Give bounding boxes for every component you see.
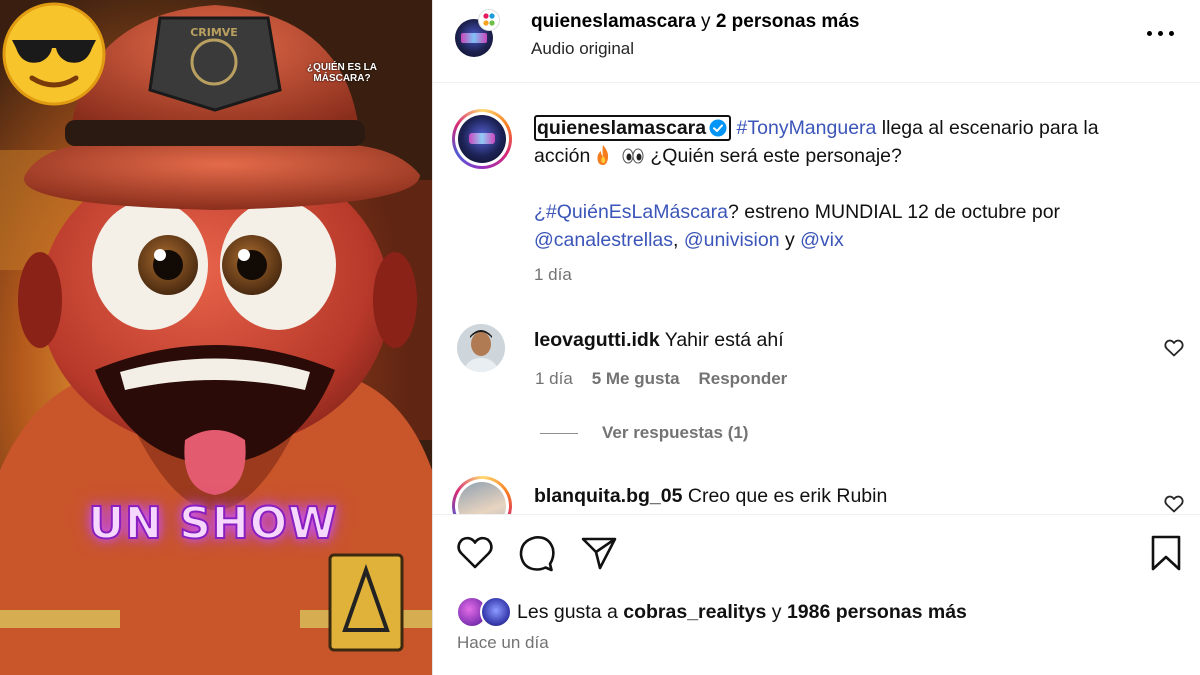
caption-text-3: ? estreno MUNDIAL 12 de octubre por — [728, 201, 1061, 223]
comment-time[interactable]: 1 día — [535, 369, 573, 388]
header-collab-joiner: y — [701, 11, 711, 32]
hashtag-tonymanguera[interactable]: #TonyManguera — [737, 117, 877, 139]
post-header-title: quieneslamascara y 2 personas más — [531, 10, 859, 34]
comment-text: Creo que es erik Rubin — [687, 485, 888, 507]
more-dot-icon — [1158, 31, 1163, 36]
caption-username[interactable]: quieneslamascara — [534, 115, 732, 141]
verified-badge-icon — [709, 119, 727, 137]
sunglasses-emoji-icon — [2, 2, 106, 106]
comment-username[interactable]: blanquita.bg_05 — [534, 485, 682, 507]
comment-like-heart-icon[interactable] — [1164, 495, 1184, 513]
mention-vix[interactable]: @vix — [800, 229, 844, 251]
comment-like-count[interactable]: 5 Me gusta — [592, 369, 680, 388]
caption-separator: , — [673, 229, 679, 251]
univision-logo-icon — [483, 13, 495, 26]
mention-canalestrellas[interactable]: @canalestrellas — [534, 229, 673, 251]
view-replies-button[interactable]: Ver respuestas (1) — [540, 423, 748, 443]
likers-avatars[interactable] — [456, 596, 514, 628]
person-photo-icon — [457, 324, 505, 372]
comment-text: Yahir está ahí — [664, 329, 784, 351]
fire-emoji-icon — [597, 145, 609, 165]
likes-others-count[interactable]: 1986 personas más — [787, 601, 967, 623]
likes-and: y — [771, 601, 782, 623]
caption-and: y — [784, 229, 795, 251]
comment-2: blanquita.bg_05 Creo que es erik Rubin — [534, 484, 887, 508]
mention-univision[interactable]: @univision — [684, 229, 780, 251]
comment-1: leovagutti.idk Yahir está ahí — [534, 328, 784, 352]
caption-timestamp[interactable]: 1 día — [534, 265, 572, 285]
header-collab-count[interactable]: 2 personas más — [716, 11, 860, 32]
likes-prefix: Les gusta a — [517, 601, 618, 623]
media-overlay-text: ¿QUIÉN ES LA MÁSCARA? — [306, 62, 377, 84]
media-caption-text: UN SHOW — [87, 497, 338, 550]
post-caption: quieneslamascara #TonyManguera llega al … — [534, 114, 1154, 254]
comment-like-heart-icon[interactable] — [1164, 339, 1184, 357]
likes-summary: Les gusta a cobras_realitys y 1986 perso… — [517, 601, 967, 624]
like-heart-icon[interactable] — [455, 533, 495, 573]
audio-link[interactable]: Audio original — [531, 39, 634, 59]
header-username[interactable]: quieneslamascara — [531, 11, 696, 32]
helmet-badge-text: CRIMVE — [190, 26, 238, 39]
commenter-avatar[interactable] — [457, 324, 505, 372]
eyes-emoji-icon — [622, 148, 644, 164]
comment-username[interactable]: leovagutti.idk — [534, 329, 660, 351]
caption-text-2: ¿Quién será este personaje? — [650, 145, 902, 167]
save-bookmark-icon[interactable] — [1146, 533, 1186, 573]
collab-avatar[interactable] — [478, 9, 500, 31]
actions-divider — [433, 514, 1200, 515]
comment-meta: 1 día 5 Me gusta Responder — [535, 369, 787, 389]
reply-button[interactable]: Responder — [698, 369, 787, 388]
more-dot-icon — [1169, 31, 1174, 36]
replies-line — [540, 433, 578, 435]
post-media[interactable]: CRIMVE ¿QUIÉN ES LA MÁSCARA? UN SHOW — [0, 0, 432, 675]
liker-avatar — [480, 596, 512, 628]
caption-avatar[interactable] — [452, 109, 512, 169]
comment-bubble-icon[interactable] — [517, 533, 557, 573]
post-timestamp[interactable]: Hace un día — [457, 633, 549, 653]
more-dot-icon — [1147, 31, 1152, 36]
hashtag-quieneslamascara[interactable]: ¿#QuiénEsLaMáscara — [534, 201, 728, 223]
liker-username[interactable]: cobras_realitys — [623, 601, 766, 623]
more-options-button[interactable] — [1146, 22, 1176, 44]
share-send-icon[interactable] — [579, 533, 619, 573]
header-divider — [433, 82, 1200, 83]
